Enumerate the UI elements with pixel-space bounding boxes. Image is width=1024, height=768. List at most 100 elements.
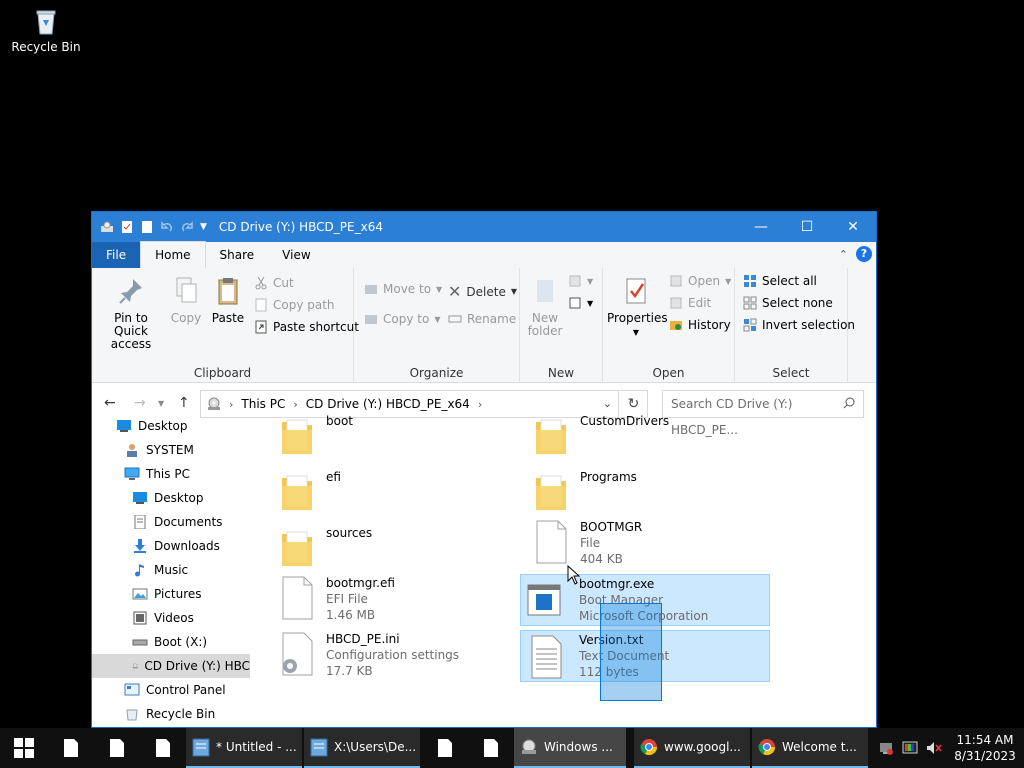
properties-qat-icon[interactable]	[120, 220, 134, 234]
nav-desktop[interactable]: Desktop	[92, 486, 250, 510]
nav-documents[interactable]: Documents	[92, 510, 250, 534]
music-note-icon	[135, 564, 144, 577]
taskbar-app-notepad-untitled[interactable]: * Untitled - ...	[186, 728, 302, 768]
redo-icon[interactable]	[180, 220, 194, 234]
delete-button[interactable]: ✕ Delete ▼	[448, 282, 517, 301]
folder-programs[interactable]: Programs	[528, 466, 778, 518]
folder-sources[interactable]: sources	[274, 522, 524, 574]
copy-to-button[interactable]: Copy to ▼	[364, 312, 440, 326]
pin-label-1: Pin to Quick	[114, 311, 148, 338]
history-icon	[670, 321, 682, 330]
select-group-label: Select	[772, 366, 810, 380]
taskbar-pinned-file-1[interactable]	[48, 728, 94, 768]
file-hbcd-pe-ini[interactable]: HBCD_PE.ini Configuration settings 17.7 …	[274, 628, 524, 684]
taskbar-app-notepad-users[interactable]: X:\Users\De...	[304, 728, 420, 768]
new-folder-button[interactable]: New folder	[524, 276, 566, 338]
taskbar-app-label: Welcome t...	[782, 740, 857, 754]
tab-file[interactable]: File	[92, 242, 141, 268]
maximize-button[interactable]: ☐	[784, 212, 830, 242]
folder-customdrivers[interactable]: CustomDrivers	[528, 410, 778, 462]
undo-icon[interactable]	[160, 220, 174, 234]
nav-cd-drive[interactable]: CD Drive (Y:) HBC	[92, 654, 250, 678]
pictures-icon	[132, 588, 148, 600]
move-to-icon	[365, 285, 377, 294]
edit-icon	[670, 297, 682, 309]
close-button[interactable]: ✕	[830, 212, 876, 242]
copy-path-button[interactable]: Copy path	[254, 298, 335, 312]
move-to-button[interactable]: Move to ▼	[364, 282, 442, 296]
invert-selection-button[interactable]: Invert selection	[743, 318, 855, 332]
recent-locations-icon[interactable]: ▼	[158, 399, 164, 408]
videos-icon	[133, 611, 147, 625]
system-tray: 11:54 AM 8/31/2023	[874, 728, 1024, 768]
edit-button[interactable]: Edit	[669, 296, 711, 310]
cd-drive-icon	[522, 739, 536, 754]
nav-pictures[interactable]: Pictures	[92, 582, 250, 606]
title-bar[interactable]: ▼ CD Drive (Y:) HBCD_PE_x64 — ☐ ✕	[92, 212, 876, 242]
file-type: EFI File	[326, 592, 368, 606]
nav-recycle-bin[interactable]: Recycle Bin	[92, 702, 250, 726]
select-all-button[interactable]: Select all	[743, 274, 817, 288]
taskbar-pinned-file-4[interactable]	[422, 728, 468, 768]
easy-access-button[interactable]: ▼	[568, 296, 593, 310]
text-file-icon	[531, 635, 562, 679]
paste-button[interactable]: Paste	[208, 276, 248, 325]
select-all-label: Select all	[762, 274, 817, 288]
folder-icon	[536, 419, 566, 454]
minimize-button[interactable]: —	[738, 212, 784, 242]
nav-boot-drive[interactable]: Boot (X:)	[92, 630, 250, 654]
organize-group: Move to ▼ Copy to ▼ ✕ Delete ▼ Rename Organ…	[354, 268, 520, 383]
select-none-button[interactable]: Select none	[743, 296, 833, 310]
taskbar-app-chrome-welcome[interactable]: Welcome t...	[752, 728, 868, 768]
volume-muted-icon[interactable]	[922, 740, 946, 756]
folder-boot[interactable]: boot	[274, 410, 524, 462]
nav-system[interactable]: SYSTEM	[92, 438, 250, 462]
taskbar-pinned-file-3[interactable]	[140, 728, 186, 768]
qat-dropdown-icon[interactable]: ▼	[200, 222, 207, 232]
taskbar-app-chrome-google[interactable]: www.googl...	[634, 728, 750, 768]
file-bootmgr-efi[interactable]: bootmgr.efi EFI File 1.46 MB	[274, 572, 524, 628]
clock[interactable]: 11:54 AM 8/31/2023	[946, 732, 1024, 764]
ribbon-collapse-icon[interactable]: ⌃	[839, 248, 848, 261]
tab-home[interactable]: Home	[140, 241, 206, 268]
copy-label: Copy	[170, 311, 202, 325]
nav-label: Recycle Bin	[146, 707, 216, 721]
paste-shortcut-button[interactable]: Paste shortcut	[254, 320, 359, 334]
select-none-icon	[743, 296, 757, 310]
nav-desktop-root[interactable]: Desktop	[92, 414, 250, 438]
properties-button[interactable]: Properties ▼	[607, 276, 668, 339]
tab-share[interactable]: Share	[205, 242, 269, 268]
taskbar-app-label: * Untitled - ...	[216, 740, 297, 754]
open-button[interactable]: Open ▼	[669, 274, 731, 288]
nav-this-pc[interactable]: This PC	[92, 462, 250, 486]
file-icon	[484, 739, 498, 757]
tab-view[interactable]: View	[268, 242, 325, 268]
nav-control-panel[interactable]: Control Panel	[92, 678, 250, 702]
taskbar-pinned-file-2[interactable]	[94, 728, 140, 768]
new-folder-qat-icon[interactable]	[140, 220, 154, 234]
pin-to-quick-access-button[interactable]: Pin to Quick access	[98, 276, 164, 351]
history-button[interactable]: History	[669, 318, 731, 332]
rename-button[interactable]: Rename	[448, 312, 516, 326]
paste-shortcut-icon	[255, 320, 267, 334]
cut-label: Cut	[273, 276, 294, 290]
file-name: HBCD_PE.ini	[326, 632, 400, 646]
new-item-button[interactable]: ▼	[568, 274, 593, 288]
cut-button[interactable]: Cut	[254, 276, 294, 290]
desktop-recycle-bin[interactable]: Recycle Bin	[10, 6, 82, 54]
nav-videos[interactable]: Videos	[92, 606, 250, 630]
help-icon[interactable]: ?	[856, 246, 872, 262]
network-tray-icon[interactable]	[874, 740, 898, 756]
easy-access-icon	[569, 297, 581, 309]
notepad-icon	[192, 738, 210, 757]
folder-efi[interactable]: efi	[274, 466, 524, 518]
properties-icon	[626, 278, 646, 304]
display-tray-icon[interactable]	[898, 740, 922, 756]
taskbar-app-windows-explorer[interactable]: Windows ...	[514, 728, 626, 768]
taskbar-pinned-file-5[interactable]	[468, 728, 514, 768]
file-bootmgr[interactable]: BOOTMGR File 404 KB	[528, 516, 778, 572]
start-button[interactable]	[0, 728, 48, 768]
copy-button[interactable]: Copy	[168, 276, 204, 325]
nav-music[interactable]: Music	[92, 558, 250, 582]
nav-downloads[interactable]: Downloads	[92, 534, 250, 558]
